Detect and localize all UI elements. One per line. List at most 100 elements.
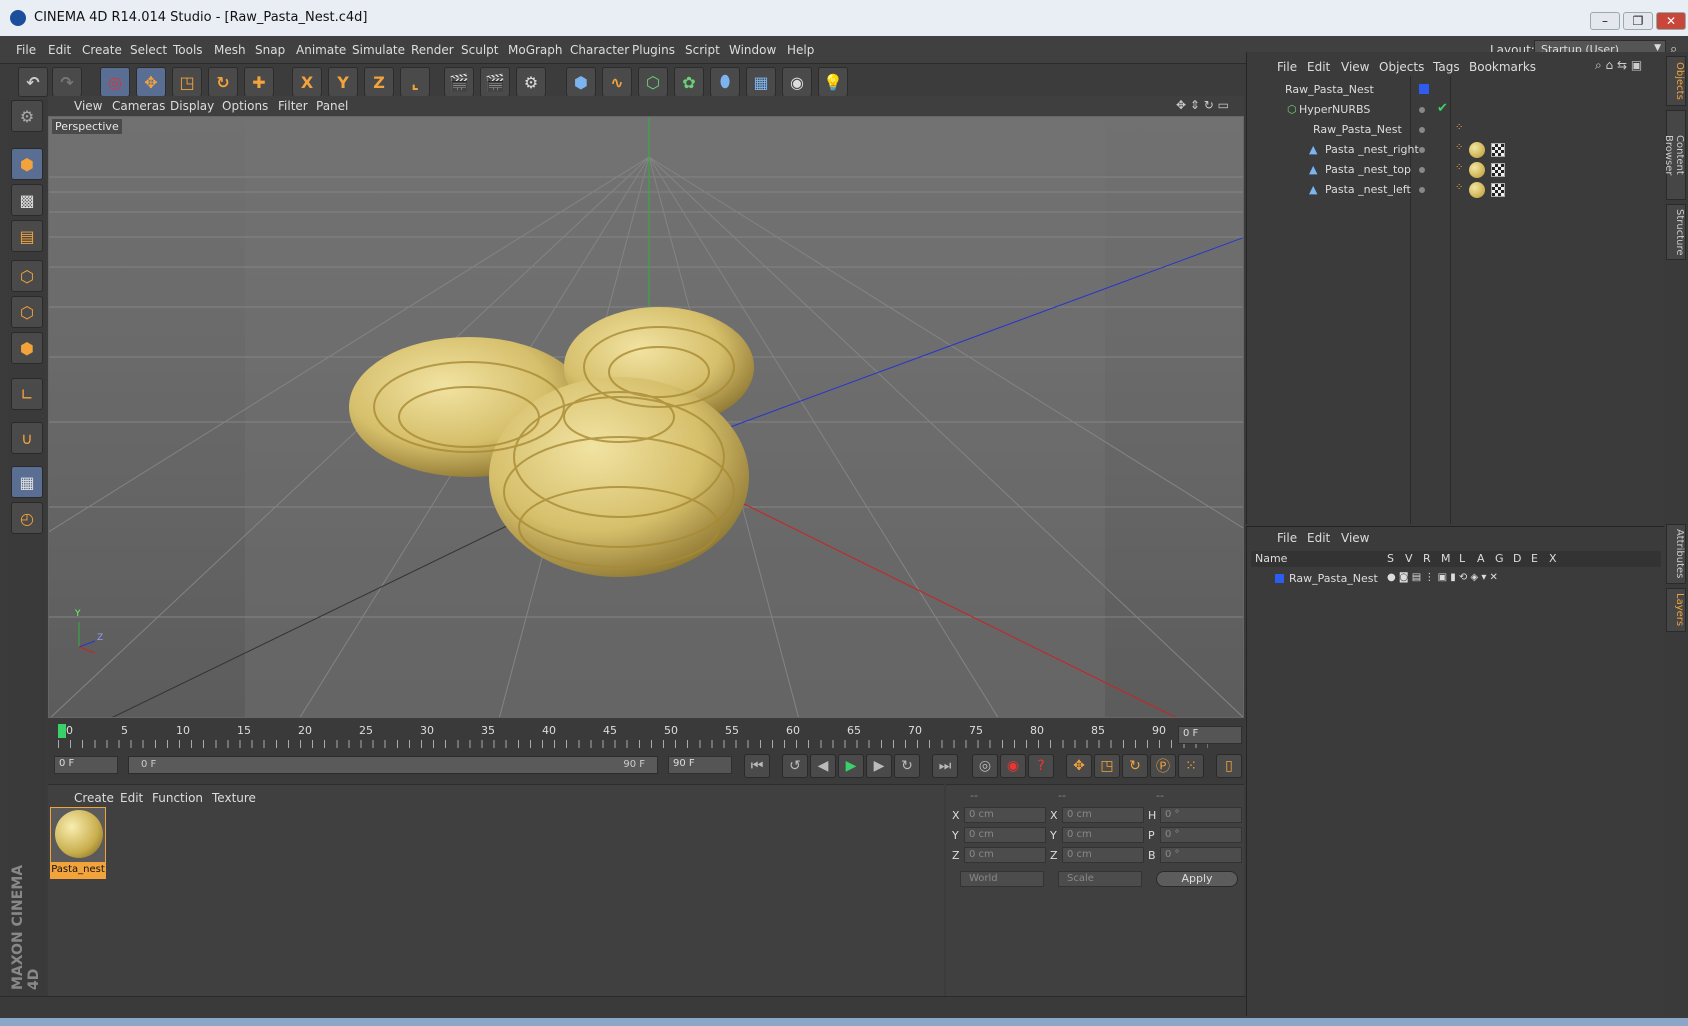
phong-tag-icon[interactable]: ⁘ [1455,182,1463,193]
move-tool-icon[interactable]: ✥ [136,67,166,97]
layers-menu-edit[interactable]: Edit [1307,531,1330,545]
world-coordinates-icon[interactable]: ⌞ [400,67,430,97]
lock-workplane-icon[interactable]: ◴ [11,502,43,534]
rot-b-field[interactable]: 0 ° [1160,847,1242,863]
axis-y-lock[interactable]: Y [328,67,358,97]
visibility-dot[interactable] [1419,147,1425,153]
layers-menu-view[interactable]: View [1341,531,1369,545]
end-frame-field[interactable]: 90 F [668,756,732,774]
viewport-menu-view[interactable]: View [74,99,102,113]
magnet-icon[interactable]: ∪ [11,422,43,454]
object-row[interactable]: Raw_Pasta_Nest ⁘ [1247,120,1665,140]
axis-z-lock[interactable]: Z [364,67,394,97]
camera-icon[interactable]: ◉ [782,67,812,97]
menu-mesh[interactable]: Mesh [214,43,246,57]
viewport-nav-icons[interactable]: ✥ ⇕ ↻ ▭ [1176,98,1229,112]
next-frame-icon[interactable]: ▶ [866,754,892,778]
axis-mode-icon[interactable]: ∟ [11,378,43,410]
pos-z-field[interactable]: 0 cm [964,847,1046,863]
menu-script[interactable]: Script [685,43,720,57]
light-icon[interactable]: 💡 [818,67,848,97]
material-tag-icon[interactable] [1469,182,1485,198]
play-icon[interactable]: ▶ [838,754,864,778]
uvw-tag-icon[interactable] [1491,183,1505,197]
material-tag-icon[interactable] [1469,142,1485,158]
snap-grid-icon[interactable]: ▦ [11,466,43,498]
apply-button[interactable]: Apply [1156,871,1238,887]
pos-x-field[interactable]: 0 cm [964,807,1046,823]
uvw-tag-icon[interactable] [1491,163,1505,177]
start-frame-field[interactable]: 0 F [54,756,118,774]
menu-render[interactable]: Render [411,43,454,57]
objects-menu-tags[interactable]: Tags [1433,60,1460,74]
viewport-perspective[interactable]: Perspective Y Z [48,116,1244,718]
render-picture-viewer-icon[interactable]: 🎬 [480,67,510,97]
previous-frame-icon[interactable]: ◀ [810,754,836,778]
object-row[interactable]: ▲ Pasta _nest_left ⁘ [1247,180,1665,200]
minimize-button[interactable]: – [1590,12,1620,30]
menu-sculpt[interactable]: Sculpt [461,43,498,57]
uvw-tag-icon[interactable] [1491,143,1505,157]
current-frame-field[interactable]: 0 F [1178,726,1242,744]
menu-plugins[interactable]: Plugins [632,43,675,57]
array-icon[interactable]: ✿ [674,67,704,97]
workplane-mode-icon[interactable]: ▤ [11,220,43,252]
phong-tag-icon[interactable]: ⁘ [1455,122,1463,133]
keyframe-selection-icon[interactable]: ? [1028,754,1054,778]
go-to-end-icon[interactable]: ⏭ [932,754,958,778]
render-view-icon[interactable]: 🎬 [444,67,474,97]
next-key-icon[interactable]: ↻ [894,754,920,778]
menu-character[interactable]: Character [570,43,629,57]
menu-help[interactable]: Help [787,43,814,57]
menu-create[interactable]: Create [82,43,122,57]
menu-file[interactable]: File [16,43,36,57]
scale-tool-icon[interactable]: ◳ [172,67,202,97]
layer-row[interactable]: Raw_Pasta_Nest ● ◙ ▤ ⋮ ▣ ▮ ⟲ ◈ ▾ ✕ [1247,569,1665,589]
rot-h-field[interactable]: 0 ° [1160,807,1242,823]
object-row[interactable]: ▲ Pasta _nest_top ⁘ [1247,160,1665,180]
tab-structure[interactable]: Structure [1666,204,1686,260]
key-position-icon[interactable]: ✥ [1066,754,1092,778]
visibility-dot[interactable] [1419,187,1425,193]
objects-menu-bookmarks[interactable]: Bookmarks [1469,60,1536,74]
material-menu-texture[interactable]: Texture [212,791,256,805]
rotate-tool-icon[interactable]: ↻ [208,67,238,97]
viewport-menu-cameras[interactable]: Cameras [112,99,165,113]
viewport-menu-panel[interactable]: Panel [316,99,348,113]
rot-p-field[interactable]: 0 ° [1160,827,1242,843]
phong-tag-icon[interactable]: ⁘ [1455,142,1463,153]
menu-mograph[interactable]: MoGraph [508,43,563,57]
visibility-dot[interactable] [1419,127,1425,133]
menu-simulate[interactable]: Simulate [352,43,405,57]
axis-x-lock[interactable]: X [292,67,322,97]
pos-y-field[interactable]: 0 cm [964,827,1046,843]
key-pla-icon[interactable]: ⁙ [1178,754,1204,778]
material-menu-edit[interactable]: Edit [120,791,143,805]
menu-select[interactable]: Select [130,43,167,57]
material-menu-function[interactable]: Function [152,791,203,805]
go-to-start-icon[interactable]: ⏮ [744,754,770,778]
floor-icon[interactable]: ▦ [746,67,776,97]
points-mode-icon[interactable]: ⬡ [11,260,43,292]
tab-objects[interactable]: Objects [1666,56,1686,106]
live-selection-icon[interactable]: ◎ [100,67,130,97]
tab-layers[interactable]: Layers [1666,588,1686,632]
tab-attributes[interactable]: Attributes [1666,524,1686,584]
object-row[interactable]: Raw_Pasta_Nest [1247,80,1665,100]
close-button[interactable]: ✕ [1656,12,1686,30]
timeline-playhead[interactable] [58,724,66,738]
visibility-dot[interactable] [1419,167,1425,173]
menu-edit[interactable]: Edit [48,43,71,57]
texture-mode-icon[interactable]: ▩ [11,184,43,216]
objects-menu-edit[interactable]: Edit [1307,60,1330,74]
material-swatch[interactable]: Pasta_nest [50,807,106,879]
timeline-window-icon[interactable]: ▯ [1216,754,1242,778]
layer-toggle-icons[interactable]: ● ◙ ▤ ⋮ ▣ ▮ ⟲ ◈ ▾ ✕ [1387,572,1498,583]
object-row[interactable]: ▲ Pasta _nest_right ⁘ [1247,140,1665,160]
auto-key-icon[interactable]: ◉ [1000,754,1026,778]
record-keys-icon[interactable]: ◎ [972,754,998,778]
visibility-dot[interactable] [1419,107,1425,113]
viewport-menu-options[interactable]: Options [222,99,268,113]
key-parameter-icon[interactable]: Ⓟ [1150,754,1176,778]
range-slider[interactable]: 0 F 90 F [128,756,658,774]
